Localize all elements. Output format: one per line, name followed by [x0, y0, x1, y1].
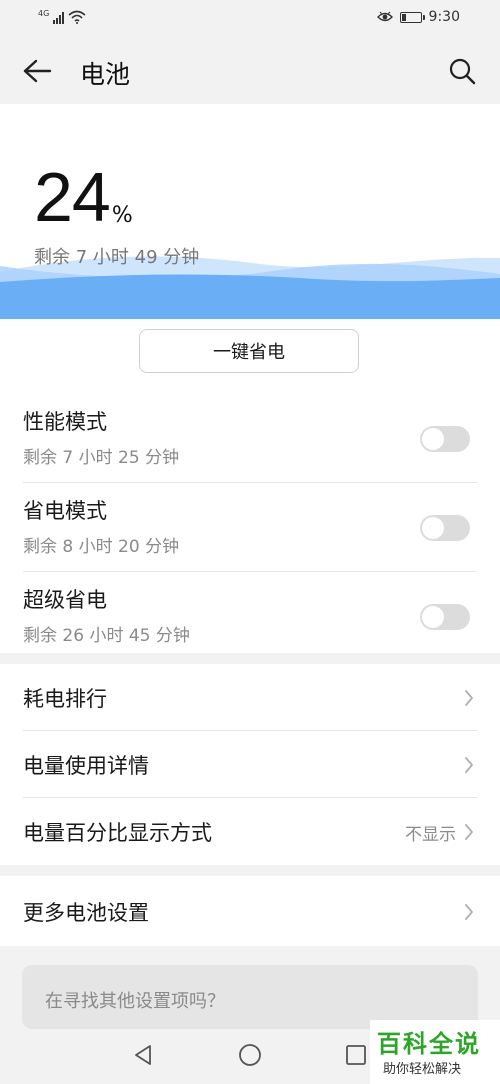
menu-label: 电量百分比显示方式 — [23, 821, 212, 845]
menu-label: 电量使用详情 — [23, 754, 149, 778]
watermark-subtitle: 助你轻松解决 — [383, 1062, 462, 1077]
wifi-icon — [68, 10, 86, 24]
recents-square-icon[interactable] — [345, 1043, 367, 1067]
performance-mode-toggle[interactable] — [420, 426, 470, 452]
one-key-save-button[interactable]: 一键省电 — [139, 329, 359, 373]
watermark-title: 百科全说 — [377, 1030, 481, 1058]
page-title: 电池 — [80, 60, 131, 89]
title-bar: 电池 — [0, 38, 500, 104]
search-icon[interactable] — [448, 57, 476, 85]
chevron-right-icon — [465, 757, 473, 773]
home-circle-icon[interactable] — [238, 1043, 262, 1067]
toggle-knob — [422, 606, 444, 628]
battery-percent-value: 24 — [34, 158, 111, 236]
chevron-right-icon — [465, 824, 473, 840]
battery-hero: 24 % 剩余 7 小时 49 分钟 — [0, 104, 500, 319]
menu-label: 耗电排行 — [23, 687, 107, 711]
mode-remaining: 剩余 8 小时 20 分钟 — [23, 537, 180, 557]
search-prompt-text: 在寻找其他设置项吗？ — [45, 991, 225, 1012]
more-settings-card: 更多电池设置 — [0, 876, 500, 946]
signal-icon — [53, 12, 65, 24]
mode-name: 性能模式 — [23, 410, 107, 434]
menu-value: 不显示 — [405, 825, 456, 845]
ultra-saving-mode-toggle[interactable] — [420, 604, 470, 630]
status-bar: 4G 9:30 — [0, 0, 500, 38]
mode-remaining: 剩余 7 小时 25 分钟 — [23, 448, 180, 468]
battery-remaining-time: 剩余 7 小时 49 分钟 — [34, 247, 200, 268]
status-time: 9:30 — [428, 9, 460, 25]
percentage-display-row[interactable]: 电量百分比显示方式 不显示 — [0, 798, 500, 865]
status-left: 4G — [38, 10, 86, 24]
toggle-knob — [422, 428, 444, 450]
battery-percentage: 24 % — [34, 162, 133, 232]
status-right: 9:30 — [376, 9, 460, 25]
toggle-knob — [422, 517, 444, 539]
battery-icon — [399, 11, 425, 23]
back-triangle-icon[interactable] — [132, 1043, 154, 1067]
battery-menu-card: 耗电排行 电量使用详情 电量百分比显示方式 不显示 — [0, 664, 500, 865]
chevron-right-icon — [465, 904, 473, 920]
network-type-label: 4G — [38, 9, 50, 18]
mode-name: 超级省电 — [23, 588, 107, 612]
watermark-logo: 百科全说 助你轻松解决 — [370, 1020, 500, 1084]
chevron-right-icon — [465, 690, 473, 706]
mode-row-ultra-saving[interactable]: 超级省电 剩余 26 小时 45 分钟 — [0, 572, 500, 661]
back-arrow-icon[interactable] — [22, 58, 52, 84]
power-saving-mode-toggle[interactable] — [420, 515, 470, 541]
battery-percent-sign: % — [111, 203, 133, 228]
mode-name: 省电模式 — [23, 499, 107, 523]
power-consumption-ranking-row[interactable]: 耗电排行 — [0, 664, 500, 731]
power-mode-card: 一键省电 性能模式 剩余 7 小时 25 分钟 省电模式 剩余 8 小时 20 … — [0, 319, 500, 653]
usage-details-row[interactable]: 电量使用详情 — [0, 731, 500, 798]
mode-row-performance[interactable]: 性能模式 剩余 7 小时 25 分钟 — [0, 394, 500, 483]
more-battery-settings-row[interactable]: 更多电池设置 — [0, 878, 500, 945]
mode-row-power-saving[interactable]: 省电模式 剩余 8 小时 20 分钟 — [0, 483, 500, 572]
mode-remaining: 剩余 26 小时 45 分钟 — [23, 626, 190, 646]
menu-label: 更多电池设置 — [23, 901, 149, 925]
eye-comfort-icon — [376, 11, 393, 22]
